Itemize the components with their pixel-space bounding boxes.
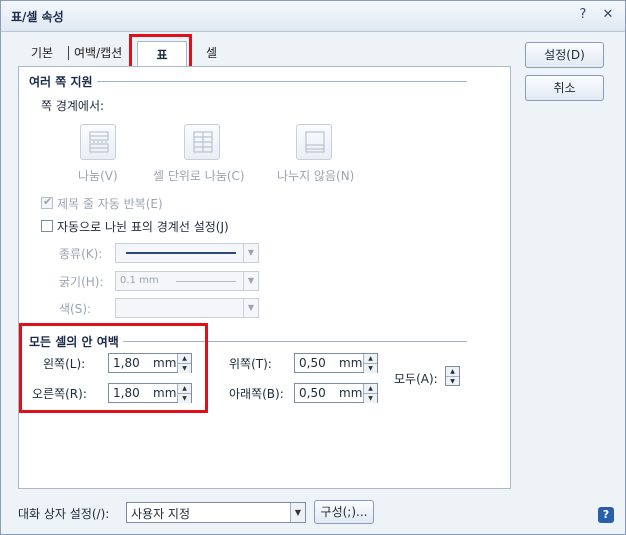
all-margin-label: 모두(A): [394,372,438,386]
table-split-cell-icon [193,131,213,153]
chevron-down-icon: ▼ [243,299,258,317]
chevron-down-icon: ▼ [243,244,258,262]
table-cell-properties-dialog: 표/셀 속성 ? ✕ 기본 여백/캡션 셀 표 여러 쪽 지원 쪽 경계에서: [0,0,626,535]
arrow-up-icon[interactable]: ▲ [446,367,459,377]
split-button[interactable] [80,124,116,160]
dialog-setting-value: 사용자 지정 [131,507,191,521]
arrow-down-icon[interactable]: ▼ [364,364,377,373]
page-boundary-label: 쪽 경계에서: [41,99,105,113]
dialog-setting-label: 대화 상자 설정(/): [18,507,110,521]
configure-button[interactable]: 구성(;)... [314,500,374,524]
thickness-value: 0.1 mm [120,275,159,286]
highlight-box-tab [129,34,192,70]
top-margin-value: 0,50 [299,356,326,370]
tab-cell[interactable]: 셀 [206,44,217,61]
auto-split-border-checkbox[interactable] [41,220,53,232]
color-label: 색(S): [59,302,92,316]
thickness-select[interactable]: 0.1 mm ▼ [115,271,259,291]
bottom-margin-spinner[interactable]: ▲ ▼ [363,384,377,403]
tab-panel: 여러 쪽 지원 쪽 경계에서: 나눔(V) 셀 단위로 나눔(C) 나누지 않음… [18,66,511,489]
help-icon[interactable]: ? [598,507,614,523]
thickness-preview [176,281,236,282]
line-type-select[interactable]: ▼ [115,243,259,263]
top-margin-spinner[interactable]: ▲ ▼ [363,354,377,373]
thickness-label: 굵기(H): [59,275,104,289]
tab-basic[interactable]: 기본 [31,44,53,61]
bottom-margin-unit: mm [339,386,363,400]
line-type-label: 종류(K): [59,247,103,261]
no-split-label: 나누지 않음(N) [277,169,355,183]
repeat-title-checkbox[interactable]: ✔ [41,195,53,209]
bottom-margin-label: 아래쪽(B): [229,387,284,401]
close-icon[interactable]: ✕ [599,6,617,24]
line-type-preview [126,252,236,254]
auto-split-border-label: 자동으로 나뉜 표의 경계선 설정(J) [57,220,229,234]
checkmark-icon: ✔ [43,195,53,208]
bottom-margin-value: 0,50 [299,386,326,400]
arrow-down-icon[interactable]: ▼ [364,394,377,403]
arrow-up-icon[interactable]: ▲ [364,354,377,364]
table-split-icon [89,131,109,153]
multi-page-section-title: 여러 쪽 지원 [29,73,97,90]
color-select[interactable]: ▼ [115,298,259,318]
cancel-button[interactable]: 취소 [525,75,604,101]
no-split-button[interactable] [296,124,332,160]
dialog-title: 표/셀 속성 [11,10,64,24]
chevron-down-icon: ▼ [243,272,258,290]
split-label: 나눔(V) [78,169,118,183]
help-icon[interactable]: ? [574,6,592,24]
arrow-down-icon[interactable]: ▼ [446,377,459,386]
title-bar: 표/셀 속성 ? ✕ [1,1,625,32]
all-margin-spinner[interactable]: ▲ ▼ [445,366,460,386]
top-margin-label: 위쪽(T): [229,357,272,371]
table-no-split-icon [305,131,325,153]
ok-button[interactable]: 설정(D) [525,42,604,68]
top-margin-unit: mm [339,356,363,370]
split-by-cell-label: 셀 단위로 나눔(C) [153,169,245,183]
repeat-title-label: 제목 줄 자동 반복(E) [57,197,163,211]
bottom-margin-input[interactable]: 0,50 mm ▲ ▼ [294,383,378,403]
top-margin-input[interactable]: 0,50 mm ▲ ▼ [294,353,378,373]
tab-divider [68,46,69,60]
dialog-setting-select[interactable]: 사용자 지정 ▼ [126,502,306,523]
arrow-up-icon[interactable]: ▲ [364,384,377,394]
highlight-box-margins [19,323,208,413]
tab-margin-caption[interactable]: 여백/캡션 [74,44,122,61]
split-by-cell-button[interactable] [184,124,220,160]
chevron-down-icon: ▼ [290,503,305,522]
